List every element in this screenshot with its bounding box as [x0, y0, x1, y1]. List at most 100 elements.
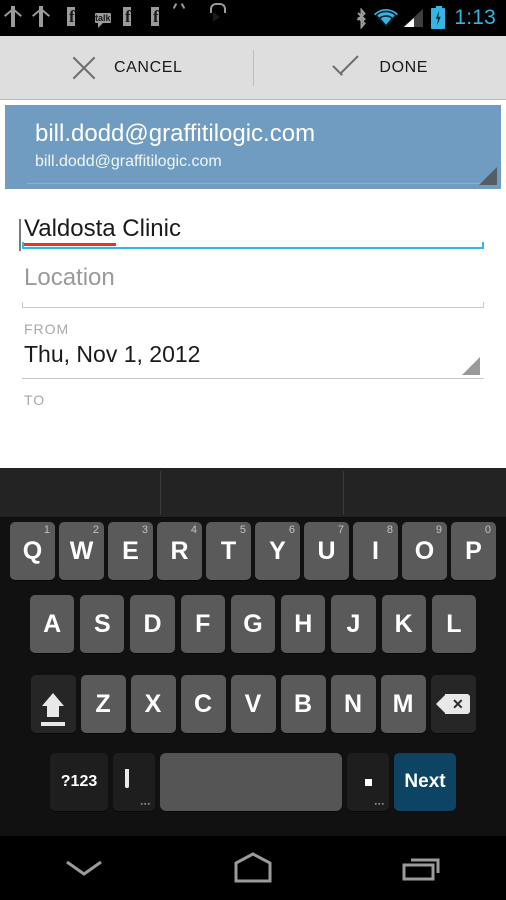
title-input[interactable]: Valdosta Clinic [19, 189, 484, 251]
from-date-field[interactable]: FROM Thu, Nov 1, 2012 [22, 308, 484, 379]
shift-key[interactable] [30, 675, 76, 733]
notification-icons: f talk f f [0, 5, 228, 29]
key-m[interactable]: M [380, 675, 426, 733]
microphone-icon [125, 769, 142, 795]
key-num-hint: 6 [288, 524, 295, 536]
key-z[interactable]: Z [80, 675, 126, 733]
title-value-rest: Clinic [115, 215, 181, 242]
enter-next-key[interactable]: Next [394, 753, 456, 811]
android-icon [179, 8, 200, 29]
play-store-icon [207, 8, 228, 29]
longpress-dots: ▪▪▪ [140, 801, 151, 808]
key-d[interactable]: D [130, 595, 175, 653]
key-e[interactable]: 3E [108, 522, 153, 580]
key-i[interactable]: 8I [353, 522, 398, 580]
key-num-hint: 5 [239, 524, 246, 536]
from-label: FROM [24, 321, 70, 337]
key-g[interactable]: G [230, 595, 276, 653]
location-placeholder: Location [24, 264, 115, 291]
key-u[interactable]: 7U [304, 522, 349, 580]
key-p[interactable]: 0P [451, 522, 496, 580]
key-label: W [69, 536, 94, 565]
facebook-icon: f [151, 6, 159, 26]
suggestion-strip[interactable] [0, 468, 506, 518]
recents-icon [402, 858, 440, 881]
key-k[interactable]: K [381, 595, 426, 653]
title-value-misspelled: Valdosta [24, 215, 116, 246]
backspace-key[interactable]: ✕ [430, 675, 476, 733]
key-label: R [170, 536, 189, 565]
key-label: O [414, 536, 435, 565]
key-o[interactable]: 9O [402, 522, 447, 580]
key-h[interactable]: H [281, 595, 326, 653]
gmail-icon [39, 5, 60, 29]
key-j[interactable]: J [331, 595, 376, 653]
navigation-bar [0, 836, 506, 900]
key-y[interactable]: 6Y [255, 522, 300, 580]
key-label: Y [269, 536, 286, 565]
spinner-underline [27, 183, 493, 184]
key-f[interactable]: F [180, 595, 225, 653]
key-c[interactable]: C [180, 675, 226, 733]
home-button[interactable] [169, 836, 338, 900]
key-num-hint: 1 [43, 524, 50, 536]
key-a[interactable]: A [30, 595, 75, 653]
key-x[interactable]: X [130, 675, 176, 733]
key-label: E [122, 536, 139, 565]
from-date-value: Thu, Nov 1, 2012 [24, 341, 201, 367]
calendar-name: bill.dodd@graffitilogic.com [35, 120, 316, 147]
battery-charging-icon [431, 5, 446, 29]
key-num-hint: 0 [484, 524, 491, 536]
to-date-field[interactable]: TO [22, 379, 484, 408]
talk-icon: talk [95, 12, 111, 23]
key-t[interactable]: 5T [206, 522, 251, 580]
cancel-label: CANCEL [113, 58, 183, 76]
chevron-down-icon [479, 167, 497, 185]
chevron-down-icon [66, 860, 103, 876]
suggestion-divider [343, 471, 344, 515]
hide-keyboard-button[interactable] [0, 836, 169, 900]
key-n[interactable]: N [330, 675, 376, 733]
key-num-hint: 9 [435, 524, 442, 536]
key-w[interactable]: 2W [59, 522, 104, 580]
microphone-key[interactable]: ▪▪▪ [113, 753, 155, 811]
period-key[interactable]: ▪▪▪ [347, 753, 389, 811]
done-label: DONE [379, 58, 429, 76]
key-l[interactable]: L [431, 595, 476, 653]
key-num-hint: 8 [386, 524, 393, 536]
location-input[interactable]: Location [22, 249, 484, 307]
symbols-key[interactable]: ?123 [50, 753, 108, 811]
cancel-button[interactable]: CANCEL [0, 36, 253, 99]
event-edit-form: bill.dodd@graffitilogic.com bill.dodd@gr… [0, 101, 506, 468]
key-r[interactable]: 4R [157, 522, 202, 580]
text-caret [19, 219, 21, 251]
soft-keyboard: 1Q 2W 3E 4R 5T 6Y 7U 8I 9O 0P A S D F G … [0, 468, 506, 836]
facebook-icon: f [123, 6, 131, 26]
key-num-hint: 7 [337, 524, 344, 536]
check-icon [331, 54, 363, 82]
title-field-wrapper: Valdosta Clinic [19, 189, 484, 251]
key-label: P [465, 536, 482, 565]
chevron-down-icon [462, 357, 480, 375]
key-q[interactable]: 1Q [10, 522, 55, 580]
space-key[interactable] [160, 753, 342, 811]
period-dot-icon [364, 778, 372, 786]
calendar-account-spinner[interactable]: bill.dodd@graffitilogic.com bill.dodd@gr… [5, 105, 501, 189]
location-field-wrapper: Location [22, 249, 484, 308]
bluetooth-icon [355, 8, 367, 29]
key-label: Q [22, 536, 43, 565]
phone-screen: f talk f f 1:13 CANCEL DONE bill.dodd@gr… [0, 0, 506, 900]
account-email: bill.dodd@graffitilogic.com [35, 153, 222, 170]
recent-apps-button[interactable] [337, 836, 506, 900]
system-status-icons: 1:13 [355, 5, 506, 30]
status-bar: f talk f f 1:13 [0, 0, 506, 36]
key-s[interactable]: S [80, 595, 125, 653]
suggestion-divider [160, 471, 161, 515]
key-b[interactable]: B [280, 675, 326, 733]
title-value: Valdosta Clinic [19, 215, 181, 251]
to-label: TO [24, 392, 46, 408]
close-icon [70, 54, 98, 82]
done-button[interactable]: DONE [254, 36, 506, 99]
key-label: U [317, 536, 336, 565]
key-v[interactable]: V [230, 675, 276, 733]
